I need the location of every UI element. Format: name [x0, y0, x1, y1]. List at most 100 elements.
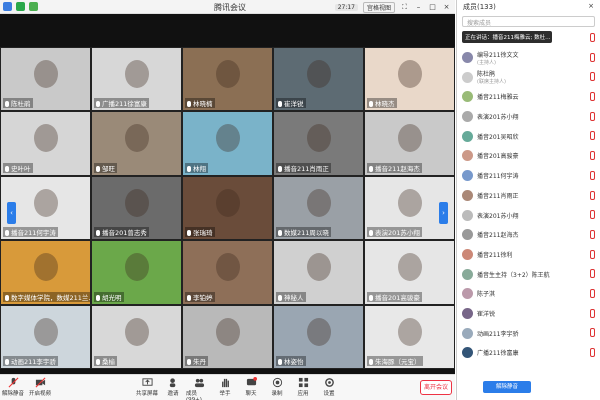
member-row[interactable]: 陈杜鹃 (联席主持人): [457, 67, 600, 87]
video-tile[interactable]: 朱海豚（元宝）: [364, 304, 455, 369]
apps-button[interactable]: 应用: [290, 377, 316, 397]
close-icon[interactable]: ×: [442, 3, 451, 12]
mic-muted-icon[interactable]: [590, 131, 595, 141]
video-tile[interactable]: 播音201曾志秀: [91, 175, 182, 241]
participant-avatar: [398, 188, 422, 217]
share-screen-button[interactable]: 共享屏幕: [134, 377, 160, 397]
video-tile[interactable]: 动画211李宇骄: [0, 304, 91, 369]
next-page-arrow[interactable]: ›: [439, 202, 448, 224]
unmute-button[interactable]: 解除静音: [0, 377, 26, 397]
participant-name-label: 邹旺: [94, 162, 117, 173]
mic-muted-icon[interactable]: [590, 210, 595, 220]
fullscreen-icon[interactable]: ⛶: [400, 3, 409, 12]
member-row[interactable]: 播音211何宇涛: [457, 166, 600, 186]
participant-name: 数媒211周以晓: [284, 229, 329, 238]
video-tile[interactable]: 林晓楠: [182, 47, 273, 112]
member-name-text: 播音211肖雨正: [477, 192, 519, 200]
participant-name-label: 数媒211周以晓: [276, 227, 331, 238]
member-row[interactable]: 播音211徐利: [457, 245, 600, 265]
members-panel: 成员(133) × 搜索成员 (主持人)编导211徐文文(主持人) 陈杜鹃(联席主…: [456, 0, 600, 400]
member-row[interactable]: 播音211梅雅云: [457, 87, 600, 107]
video-tile[interactable]: 播音211肖雨正: [273, 111, 364, 176]
member-role: (主持人): [477, 59, 496, 66]
leave-meeting-button[interactable]: 离开会议: [420, 380, 452, 395]
video-tile[interactable]: 数媒211周以晓: [273, 175, 364, 241]
participant-avatar: [216, 124, 240, 153]
unmute-all-button[interactable]: 解除静音: [483, 381, 531, 393]
member-row[interactable]: 动画211李宇骄: [457, 323, 600, 343]
mic-muted-icon[interactable]: [590, 170, 595, 180]
view-switch-button[interactable]: 宫格视图: [362, 2, 395, 13]
video-tile[interactable]: 胡光明: [91, 240, 182, 305]
members-button[interactable]: 成员(99+): [186, 377, 212, 400]
member-row[interactable]: 崔洋锐: [457, 304, 600, 324]
member-row[interactable]: 播音211肖雨正: [457, 186, 600, 206]
member-search-input[interactable]: 搜索成员: [462, 16, 595, 27]
video-tile[interactable]: 崔洋锐: [273, 47, 364, 112]
member-row[interactable]: 表演201苏小翔: [457, 107, 600, 127]
mic-muted-icon[interactable]: [590, 249, 595, 259]
video-tile[interactable]: 林姿怡: [273, 304, 364, 369]
video-tile[interactable]: 播音211赵海杰: [364, 111, 455, 176]
mic-muted-icon[interactable]: [590, 92, 595, 102]
video-tile[interactable]: 林晓杰: [364, 47, 455, 112]
member-row[interactable]: 编导211徐文文 (主持人): [457, 48, 600, 68]
mic-muted-icon[interactable]: [590, 328, 595, 338]
participant-avatar: [398, 124, 422, 153]
video-tile[interactable]: 桑榆: [91, 304, 182, 369]
member-name: 播音211梅雅云: [477, 92, 518, 101]
video-tile[interactable]: 史叶叶: [0, 111, 91, 176]
mic-muted-icon[interactable]: [590, 308, 595, 318]
shield-icon[interactable]: [3, 2, 12, 11]
mic-muted-icon[interactable]: [590, 33, 595, 42]
member-row[interactable]: 播音201吴昭欣: [457, 126, 600, 146]
raise-hand-button[interactable]: 举手: [212, 377, 238, 397]
member-row[interactable]: 播音201高骏豪: [457, 146, 600, 166]
mic-muted-icon[interactable]: [590, 348, 595, 357]
member-row[interactable]: 播音211赵海杰: [457, 225, 600, 245]
video-tile[interactable]: 广播211徐富康: [91, 47, 182, 112]
video-tile[interactable]: 张瑞琦: [182, 175, 273, 241]
maximize-icon[interactable]: □: [428, 3, 437, 12]
signal-icon[interactable]: [29, 2, 38, 11]
member-row[interactable]: 播音生主持（3+2）陈王航: [457, 264, 600, 284]
video-tile[interactable]: 朱丹: [182, 304, 273, 369]
video-label: 开启视频: [28, 391, 51, 397]
mic-muted-icon[interactable]: [590, 229, 595, 239]
member-name-text: 表演201苏小翔: [477, 212, 519, 220]
mic-muted-icon[interactable]: [590, 52, 595, 62]
participant-name-label: 林翔: [185, 162, 208, 173]
mic-muted-icon[interactable]: [590, 190, 595, 200]
minimize-icon[interactable]: –: [414, 3, 423, 12]
member-row[interactable]: 表演201苏小翔: [457, 205, 600, 225]
video-tile[interactable]: 邹旺: [91, 111, 182, 176]
security-icon[interactable]: [16, 2, 25, 11]
video-tile[interactable]: 李铂婷: [182, 240, 273, 305]
video-grid: 陈杜鹃 广播211徐富康 林晓楠 崔洋锐 林晓杰史叶叶 邹旺 林翔 播音211肖雨正 播音211…: [0, 47, 455, 369]
prev-page-arrow[interactable]: ‹: [7, 202, 16, 224]
invite-button[interactable]: 邀请: [160, 377, 186, 397]
mic-muted-icon[interactable]: [590, 111, 595, 121]
participant-name: 播音201曾志秀: [102, 229, 147, 238]
member-row[interactable]: 广播211徐富康: [457, 343, 600, 363]
participant-name-label: 广播211徐富康: [94, 98, 149, 109]
mic-muted-icon[interactable]: [590, 151, 595, 161]
video-tile[interactable]: 陈杜鹃: [0, 47, 91, 112]
video-tile[interactable]: 数字媒体学院，数媒211兰…: [0, 240, 91, 305]
member-row[interactable]: 陈子淇: [457, 284, 600, 304]
mic-muted-icon[interactable]: [590, 72, 595, 82]
member-name: 广播211徐富康: [477, 348, 518, 357]
video-tile[interactable]: 播音201高骏豪: [364, 240, 455, 305]
chat-button[interactable]: 聊天: [238, 377, 264, 397]
video-tile[interactable]: 神秘人: [273, 240, 364, 305]
video-tile[interactable]: 林翔: [182, 111, 273, 176]
mic-muted-icon[interactable]: [590, 288, 595, 298]
close-panel-icon[interactable]: ×: [588, 2, 594, 12]
video-button[interactable]: 开启视频: [27, 377, 53, 397]
participant-name-label: 朱海豚（元宝）: [367, 355, 423, 366]
settings-button[interactable]: 设置: [316, 377, 342, 397]
mic-muted-icon[interactable]: [590, 269, 595, 279]
participant-avatar: [125, 317, 149, 346]
record-button[interactable]: 录制: [264, 377, 290, 397]
chat-label: 聊天: [245, 391, 257, 397]
